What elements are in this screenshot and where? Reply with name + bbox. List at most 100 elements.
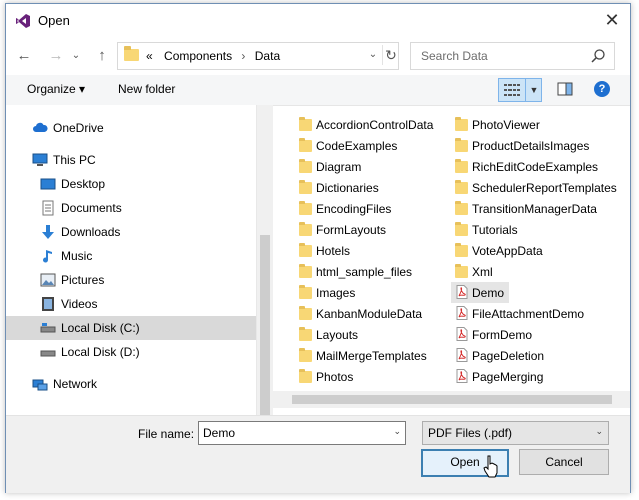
folder-item[interactable]: RichEditCodeExamples (451, 156, 601, 177)
visual-studio-icon (16, 14, 30, 28)
folder-icon (299, 180, 312, 194)
nav-label: Local Disk (D:) (61, 345, 140, 359)
folder-item[interactable]: KanbanModuleData (295, 303, 445, 324)
file-item[interactable]: PageMerging (451, 366, 601, 387)
command-bar: Organize ▾ New folder ▼ ? (6, 75, 630, 106)
address-dropdown-button[interactable]: ⌄ (367, 46, 379, 64)
refresh-button[interactable]: ↻ (382, 45, 399, 65)
nav-label: OneDrive (53, 121, 104, 135)
file-name: RichEditCodeExamples (472, 160, 599, 174)
music-icon (43, 250, 52, 263)
breadcrumb-data[interactable]: Data (255, 49, 280, 63)
folder-icon (299, 264, 312, 278)
folder-item[interactable]: PhotoViewer (451, 114, 601, 135)
folder-item[interactable]: Hotels (295, 240, 445, 261)
videos-icon (42, 297, 54, 311)
breadcrumb-components[interactable]: Components (164, 49, 232, 63)
file-name: TransitionManagerData (472, 202, 597, 216)
nav-item-local-disk-c[interactable]: Local Disk (C:) (6, 316, 256, 340)
search-box[interactable]: Search Data (410, 42, 615, 70)
nav-item-desktop[interactable]: Desktop (6, 172, 256, 196)
folder-item[interactable]: SchedulerReportTemplates (451, 177, 617, 198)
file-list-scrollbar[interactable] (272, 391, 630, 408)
nav-item-onedrive[interactable]: OneDrive (6, 116, 256, 140)
up-button[interactable]: ↑ (92, 47, 112, 65)
folder-item[interactable]: Layouts (295, 324, 445, 345)
nav-item-music[interactable]: Music (6, 244, 256, 268)
file-item[interactable]: Demo (451, 282, 509, 303)
organize-button[interactable]: Organize ▾ (27, 82, 85, 96)
file-item[interactable]: PageDeletion (451, 345, 601, 366)
nav-item-pictures[interactable]: Pictures (6, 268, 256, 292)
file-name: MailMergeTemplates (316, 349, 427, 363)
download-icon (42, 225, 54, 239)
view-dropdown-button[interactable]: ▼ (525, 79, 542, 101)
folder-item[interactable]: Dictionaries (295, 177, 445, 198)
file-name: KanbanModuleData (316, 307, 423, 321)
folder-item[interactable]: CodeExamples (295, 135, 445, 156)
nav-label: Videos (61, 297, 98, 311)
folder-icon (299, 327, 312, 341)
file-name-field[interactable]: Demo ⌄ (198, 421, 406, 445)
file-name: Layouts (316, 328, 359, 342)
folder-item[interactable]: html_sample_files (295, 261, 445, 282)
file-name-value[interactable]: Demo (203, 426, 235, 440)
nav-item-downloads[interactable]: Downloads (6, 220, 256, 244)
nav-item-this-pc[interactable]: This PC (6, 148, 256, 172)
drive-icon (40, 350, 56, 357)
nav-label: Network (53, 377, 98, 391)
nav-item-network[interactable]: Network (6, 372, 256, 396)
close-icon: ✕ (604, 10, 620, 30)
back-button[interactable]: ← (14, 47, 34, 65)
folder-icon (299, 159, 312, 173)
change-view-button[interactable]: ▼ (498, 78, 542, 102)
file-list: AccordionControlData CodeExamples Diagram D… (272, 105, 630, 385)
help-icon: ? (598, 83, 606, 95)
file-type-select[interactable]: PDF Files (.pdf) ⌄ (422, 421, 609, 445)
chevron-right-icon[interactable]: › (241, 49, 245, 63)
nav-label: Documents (61, 201, 122, 215)
nav-item-videos[interactable]: Videos (6, 292, 256, 316)
forward-button[interactable]: → (46, 47, 66, 65)
folder-item[interactable]: TransitionManagerData (451, 198, 601, 219)
file-name: Dictionaries (316, 181, 379, 195)
preview-pane-icon[interactable] (557, 81, 573, 97)
nav-pane-scrollbar[interactable] (256, 105, 273, 415)
title-bar: Open ✕ (6, 4, 630, 37)
folder-item[interactable]: ProductDetailsImages (451, 135, 601, 156)
recent-locations-button[interactable]: ⌄ (66, 47, 86, 65)
new-folder-button[interactable]: New folder (118, 82, 175, 96)
folder-item[interactable]: Xml (451, 261, 601, 282)
file-name: AccordionControlData (316, 118, 434, 132)
scrollbar-thumb[interactable] (260, 235, 270, 415)
folder-item[interactable]: Diagram (295, 156, 445, 177)
file-name: PageDeletion (472, 349, 545, 363)
folder-item[interactable]: AccordionControlData (295, 114, 445, 135)
file-name: ProductDetailsImages (472, 139, 590, 153)
cancel-button[interactable]: Cancel (519, 449, 609, 475)
folder-item[interactable]: MailMergeTemplates (295, 345, 445, 366)
nav-item-documents[interactable]: Documents (6, 196, 256, 220)
nav-item-local-disk-d[interactable]: Local Disk (D:) (6, 340, 256, 364)
file-item[interactable]: FileAttachmentDemo (451, 303, 601, 324)
folder-item[interactable]: EncodingFiles (295, 198, 445, 219)
folder-item[interactable]: Images (295, 282, 445, 303)
chevron-down-icon: ⌄ (71, 50, 81, 61)
help-button[interactable]: ? (594, 81, 610, 97)
folder-icon (455, 201, 468, 215)
folder-item[interactable]: Photos (295, 366, 445, 387)
file-item[interactable]: FormDemo (451, 324, 601, 345)
scrollbar-thumb[interactable] (292, 395, 612, 404)
folder-item[interactable]: VoteAppData (451, 240, 601, 261)
arrow-right-icon: → (48, 47, 64, 64)
address-bar[interactable]: « Components › Data ⌄ ↻ (117, 42, 399, 70)
breadcrumb-overflow[interactable]: « (146, 49, 153, 63)
close-button[interactable]: ✕ (601, 9, 623, 31)
folder-icon (455, 180, 468, 194)
pdf-icon (456, 285, 468, 299)
search-input[interactable]: Search Data (421, 49, 488, 63)
folder-item[interactable]: FormLayouts (295, 219, 445, 240)
refresh-icon: ↻ (385, 47, 397, 63)
folder-item[interactable]: Tutorials (451, 219, 601, 240)
chevron-down-icon[interactable]: ⌄ (393, 426, 401, 437)
